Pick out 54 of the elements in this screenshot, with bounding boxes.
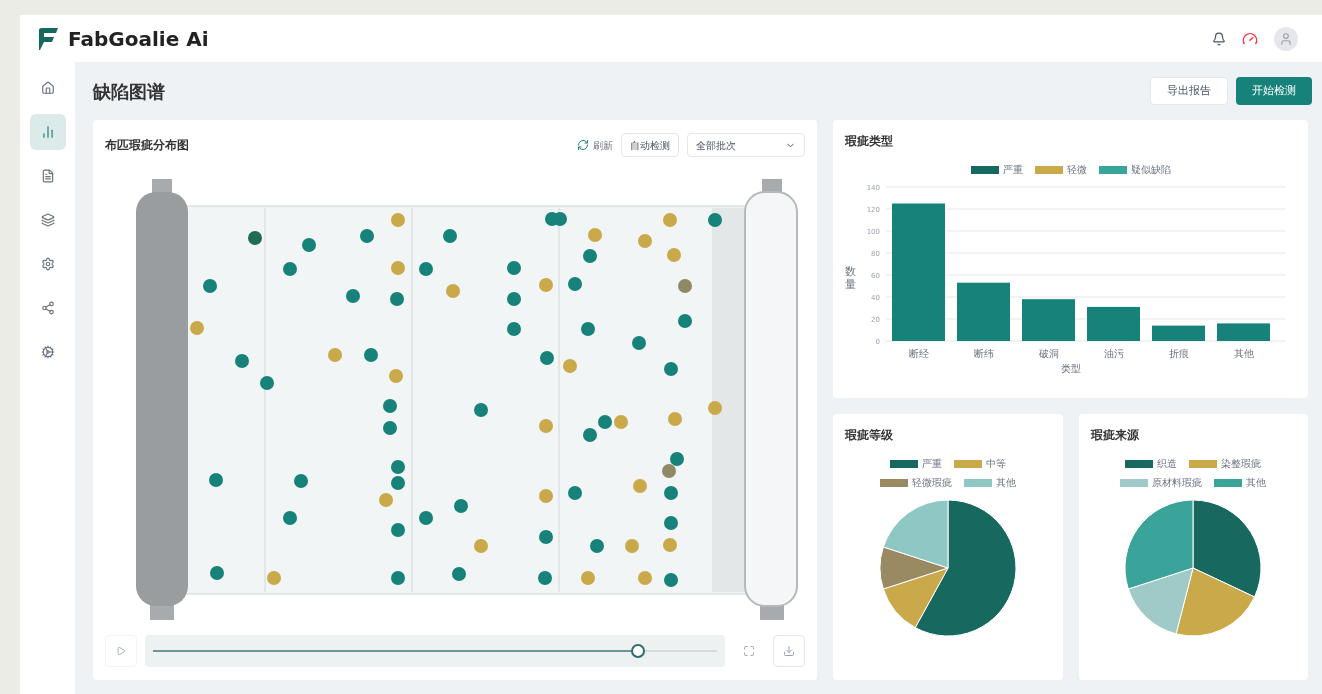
legend-label: 织造 (1157, 457, 1178, 471)
share-icon (40, 301, 55, 315)
legend-label: 其他 (995, 476, 1016, 490)
y-axis-label: 数量 (845, 266, 856, 291)
x-tick-label: 其他 (1233, 348, 1254, 359)
bar (957, 282, 1010, 341)
bar (1087, 306, 1140, 341)
slider-thumb[interactable] (631, 644, 646, 658)
secondary-button[interactable]: 导出报告 (1150, 77, 1228, 105)
bar (1152, 325, 1205, 341)
download-icon (783, 645, 795, 657)
fullscreen-icon (743, 645, 755, 657)
bar (1217, 323, 1270, 341)
panel-title: 瑕疵来源 (1090, 427, 1140, 444)
legend-label: 其他 (1246, 476, 1267, 490)
panel-title: 瑕疵类型 (845, 133, 894, 150)
layers-icon (40, 213, 55, 227)
x-axis-label: 类型 (1061, 362, 1081, 376)
app-name: FabGoalie Ai (68, 25, 209, 53)
refresh-button[interactable]: 刷新 (577, 137, 613, 153)
document-icon (40, 169, 55, 183)
legend-label: 严重 (921, 457, 942, 471)
legend-label: 染整瑕疵 (1221, 457, 1262, 471)
legend-label: 严重 (1002, 163, 1023, 177)
avatar[interactable] (1274, 26, 1298, 51)
timeline-slider[interactable] (145, 635, 725, 667)
chart-icon (40, 125, 55, 139)
legend-label: 疑似缺陷 (1130, 163, 1171, 177)
play-icon (116, 646, 126, 656)
panel-title: 瑕疵等级 (845, 427, 894, 444)
bar (1022, 299, 1075, 341)
batch-select[interactable]: 全部批次 (687, 133, 805, 157)
gear-icon (40, 345, 55, 359)
x-tick-label: 油污 (1103, 348, 1124, 359)
refresh-icon (577, 139, 589, 151)
legend-label: 轻微 (1066, 163, 1087, 177)
primary-button[interactable]: 开始检测 (1236, 77, 1312, 105)
page-title: 缺陷图谱 (93, 79, 165, 104)
panel-title: 布匹瑕疵分布图 (105, 137, 189, 154)
user-icon (1279, 31, 1293, 46)
chart-nav-item[interactable] (29, 114, 66, 150)
x-tick-label: 断经 (908, 348, 929, 359)
settings-icon (40, 257, 55, 271)
legend-label: 轻微瑕疵 (911, 476, 952, 490)
legend-label: 原材料瑕疵 (1152, 476, 1203, 490)
auto-detect-button[interactable]: 自动检测 (621, 133, 679, 157)
legend-label: 中等 (985, 457, 1006, 471)
logo-icon (36, 25, 60, 52)
gauge-icon[interactable] (1242, 30, 1258, 47)
notification-bell-icon[interactable] (1212, 31, 1226, 46)
x-tick-label: 断纬 (973, 348, 994, 359)
home-icon (40, 81, 55, 95)
x-tick-label: 折痕 (1168, 348, 1189, 359)
x-tick-label: 破洞 (1038, 348, 1059, 359)
